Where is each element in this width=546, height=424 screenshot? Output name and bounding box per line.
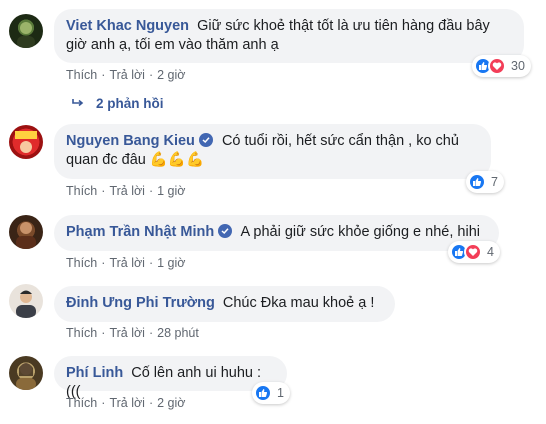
reaction-count: 7	[491, 175, 498, 189]
verified-badge-icon	[218, 224, 233, 238]
comment-actions: Thích · Trả lời · 1 giờ	[66, 184, 186, 198]
reaction-summary[interactable]: 7	[466, 171, 504, 193]
comment-bubble: Viet Khac Nguyen Giữ sức khoẻ thật tốt l…	[54, 9, 524, 63]
comment-time[interactable]: 1 giờ	[157, 184, 185, 198]
reaction-count: 1	[277, 386, 284, 400]
reaction-summary[interactable]: 30	[472, 55, 531, 77]
comment-bubble: Phí Linh Cố lên anh ui huhu :(((	[54, 356, 287, 400]
love-icon	[464, 243, 482, 261]
reaction-summary[interactable]: 4	[448, 241, 500, 263]
replies-count-label[interactable]: 2 phản hồi	[96, 96, 164, 111]
like-icon	[468, 173, 486, 191]
comment-time[interactable]: 2 giờ	[157, 396, 185, 410]
like-link[interactable]: Thích	[66, 396, 97, 410]
commenter-name[interactable]: Viet Khac Nguyen	[66, 18, 189, 34]
commenter-name[interactable]: Đinh Ưng Phi Trường	[66, 295, 215, 311]
avatar[interactable]	[9, 284, 43, 318]
verified-badge-icon	[198, 133, 213, 147]
view-replies-link[interactable]: 2 phản hồi	[72, 96, 164, 111]
comment-bubble: Nguyen Bang Kieu Có tuổi rồi, hết sức cẩ…	[54, 124, 491, 179]
reaction-count: 30	[511, 59, 525, 73]
comment-actions: Thích · Trả lời · 28 phút	[66, 326, 199, 340]
comment-time[interactable]: 2 giờ	[157, 68, 185, 82]
avatar[interactable]	[9, 125, 43, 159]
comment-actions: Thích · Trả lời · 1 giờ	[66, 256, 186, 270]
comment-bubble: Đinh Ưng Phi Trường Chúc Đka mau khoẻ ạ …	[54, 286, 395, 322]
avatar[interactable]	[9, 14, 43, 48]
avatar[interactable]	[9, 356, 43, 390]
reply-arrow-icon	[72, 96, 84, 111]
reaction-count: 4	[487, 245, 494, 259]
comment-time[interactable]: 28 phút	[157, 326, 199, 340]
reply-link[interactable]: Trả lời	[109, 396, 145, 410]
reply-link[interactable]: Trả lời	[109, 68, 145, 82]
like-link[interactable]: Thích	[66, 184, 97, 198]
reply-link[interactable]: Trả lời	[109, 256, 145, 270]
like-link[interactable]: Thích	[66, 326, 97, 340]
love-icon	[488, 57, 506, 75]
comment-actions: Thích · Trả lời · 2 giờ	[66, 396, 186, 410]
avatar[interactable]	[9, 215, 43, 249]
comment-time[interactable]: 1 giờ	[157, 256, 185, 270]
like-link[interactable]: Thích	[66, 256, 97, 270]
like-icon	[254, 384, 272, 402]
reaction-summary[interactable]: 1	[252, 382, 290, 404]
comment-text: A phải giữ sức khỏe giống e nhé, hihi	[240, 224, 480, 240]
commenter-name[interactable]: Nguyen Bang Kieu	[66, 133, 195, 149]
like-link[interactable]: Thích	[66, 68, 97, 82]
commenter-name[interactable]: Phí Linh	[66, 365, 123, 381]
reply-link[interactable]: Trả lời	[109, 184, 145, 198]
commenter-name[interactable]: Phạm Trần Nhật Minh	[66, 224, 214, 240]
comment-bubble: Phạm Trần Nhật Minh A phải giữ sức khỏe …	[54, 215, 499, 251]
comment-actions: Thích · Trả lời · 2 giờ	[66, 68, 186, 82]
reply-link[interactable]: Trả lời	[109, 326, 145, 340]
comment-text: Chúc Đka mau khoẻ ạ !	[222, 295, 375, 311]
